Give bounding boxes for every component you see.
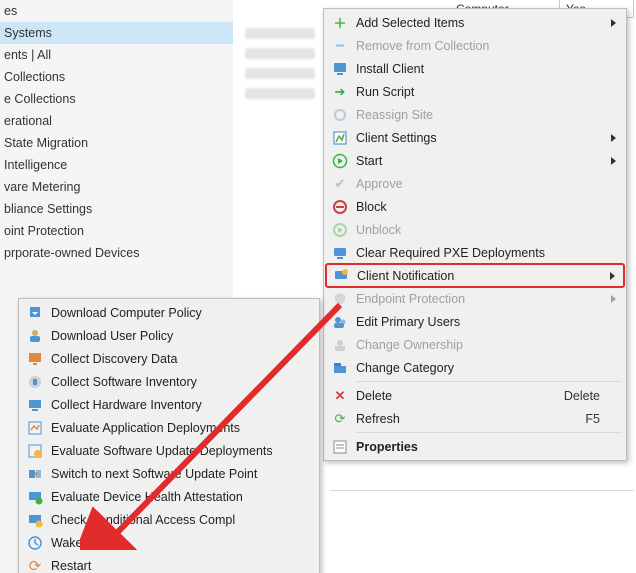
evaluate-app-icon bbox=[27, 420, 43, 436]
chevron-right-icon bbox=[611, 295, 616, 303]
settings-icon bbox=[332, 130, 348, 146]
install-client-icon bbox=[332, 61, 348, 77]
menu-item-edit-primary-users[interactable]: Edit Primary Users bbox=[326, 310, 624, 333]
delete-icon: ✕ bbox=[332, 388, 348, 404]
table-row bbox=[245, 88, 315, 99]
refresh-icon: ⟳ bbox=[332, 411, 348, 427]
menu-item-refresh[interactable]: ⟳ Refresh F5 bbox=[326, 407, 624, 430]
menu-item-wake-up[interactable]: Wake Up bbox=[21, 531, 317, 554]
menu-item-add-selected[interactable]: ＋ Add Selected Items bbox=[326, 11, 624, 34]
separator bbox=[330, 490, 634, 491]
switch-sup-icon bbox=[27, 466, 43, 482]
sidebar-item[interactable]: Collections bbox=[0, 66, 233, 88]
context-menu-client-notification: Download Computer Policy Download User P… bbox=[18, 298, 320, 573]
sidebar-item[interactable]: bliance Settings bbox=[0, 198, 233, 220]
chevron-right-icon bbox=[611, 19, 616, 27]
menu-item-delete[interactable]: ✕ Delete Delete bbox=[326, 384, 624, 407]
menu-item-remove-collection: ━ Remove from Collection bbox=[326, 34, 624, 57]
menu-item-clear-pxe[interactable]: Clear Required PXE Deployments bbox=[326, 241, 624, 264]
menu-item-collect-discovery[interactable]: Collect Discovery Data bbox=[21, 347, 317, 370]
approve-icon: ✔ bbox=[332, 176, 348, 192]
shortcut: F5 bbox=[585, 412, 600, 426]
menu-item-block[interactable]: Block bbox=[326, 195, 624, 218]
evaluate-update-icon bbox=[27, 443, 43, 459]
category-icon bbox=[332, 360, 348, 376]
owner-icon bbox=[332, 337, 348, 353]
menu-item-evaluate-update-deploy[interactable]: Evaluate Software Update Deployments bbox=[21, 439, 317, 462]
sidebar-item[interactable]: Intelligence bbox=[0, 154, 233, 176]
chevron-right-icon bbox=[611, 157, 616, 165]
menu-item-unblock: Unblock bbox=[326, 218, 624, 241]
menu-item-install-client[interactable]: Install Client bbox=[326, 57, 624, 80]
menu-item-client-settings[interactable]: Client Settings bbox=[326, 126, 624, 149]
menu-item-change-category[interactable]: Change Category bbox=[326, 356, 624, 379]
menu-separator bbox=[356, 381, 622, 382]
run-icon: ➔ bbox=[332, 84, 348, 100]
download-user-icon bbox=[27, 328, 43, 344]
hw-inventory-icon bbox=[27, 397, 43, 413]
menu-item-change-ownership: Change Ownership bbox=[326, 333, 624, 356]
menu-item-collect-sw-inventory[interactable]: Collect Software Inventory bbox=[21, 370, 317, 393]
block-icon bbox=[332, 199, 348, 215]
menu-item-evaluate-app-deploy[interactable]: Evaluate Application Deployments bbox=[21, 416, 317, 439]
plus-icon: ＋ bbox=[332, 15, 348, 31]
menu-item-switch-sup[interactable]: Switch to next Software Update Point bbox=[21, 462, 317, 485]
menu-item-endpoint-protection: Endpoint Protection bbox=[326, 287, 624, 310]
pxe-icon bbox=[332, 245, 348, 261]
menu-item-client-notification[interactable]: Client Notification bbox=[325, 263, 625, 288]
table-row bbox=[245, 28, 315, 39]
chevron-right-icon bbox=[611, 134, 616, 142]
chevron-right-icon bbox=[610, 272, 615, 280]
reassign-icon bbox=[332, 107, 348, 123]
conditional-access-icon bbox=[27, 512, 43, 528]
menu-item-collect-hw-inventory[interactable]: Collect Hardware Inventory bbox=[21, 393, 317, 416]
users-icon bbox=[332, 314, 348, 330]
sidebar-item[interactable]: e Collections bbox=[0, 88, 233, 110]
menu-item-download-user-policy[interactable]: Download User Policy bbox=[21, 324, 317, 347]
menu-item-properties[interactable]: Properties bbox=[326, 435, 624, 458]
notification-icon bbox=[333, 268, 349, 284]
restart-icon: ⟳ bbox=[27, 558, 43, 573]
sidebar-item[interactable]: oint Protection bbox=[0, 220, 233, 242]
menu-item-download-computer-policy[interactable]: Download Computer Policy bbox=[21, 301, 317, 324]
table-row bbox=[245, 68, 315, 79]
context-menu-main: ＋ Add Selected Items ━ Remove from Colle… bbox=[323, 8, 627, 461]
play-icon bbox=[332, 153, 348, 169]
discovery-icon bbox=[27, 351, 43, 367]
sidebar-item[interactable]: erational bbox=[0, 110, 233, 132]
shield-icon bbox=[332, 291, 348, 307]
menu-item-device-health[interactable]: Evaluate Device Health Attestation bbox=[21, 485, 317, 508]
menu-item-approve: ✔ Approve bbox=[326, 172, 624, 195]
sidebar-item[interactable]: es bbox=[0, 0, 233, 22]
menu-separator bbox=[356, 432, 622, 433]
device-health-icon bbox=[27, 489, 43, 505]
sidebar-item[interactable]: vare Metering bbox=[0, 176, 233, 198]
sidebar-item[interactable]: State Migration bbox=[0, 132, 233, 154]
menu-item-start[interactable]: Start bbox=[326, 149, 624, 172]
menu-item-restart[interactable]: ⟳ Restart bbox=[21, 554, 317, 573]
menu-item-reassign-site: Reassign Site bbox=[326, 103, 624, 126]
minus-icon: ━ bbox=[332, 38, 348, 54]
shortcut: Delete bbox=[564, 389, 600, 403]
table-row bbox=[245, 48, 315, 59]
sw-inventory-icon bbox=[27, 374, 43, 390]
wake-up-icon bbox=[27, 535, 43, 551]
unblock-icon bbox=[332, 222, 348, 238]
download-policy-icon bbox=[27, 305, 43, 321]
properties-icon bbox=[332, 439, 348, 455]
menu-item-run-script[interactable]: ➔ Run Script bbox=[326, 80, 624, 103]
menu-item-conditional-access[interactable]: Check Conditional Access Compl bbox=[21, 508, 317, 531]
sidebar-item[interactable]: ents | All bbox=[0, 44, 233, 66]
sidebar-item[interactable]: prporate-owned Devices bbox=[0, 242, 233, 264]
sidebar-item-systems[interactable]: Systems bbox=[0, 22, 233, 44]
